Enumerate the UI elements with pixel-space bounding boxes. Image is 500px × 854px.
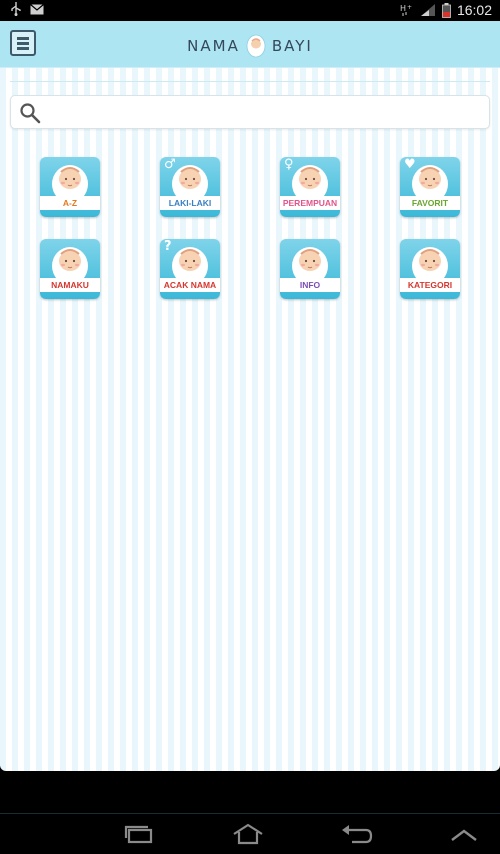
svg-text:H: H: [400, 4, 406, 13]
tile-perempuan[interactable]: ♀ PEREMPUAN: [280, 157, 340, 217]
tile-label: FAVORIT: [400, 196, 460, 210]
search-icon: [20, 103, 41, 124]
usb-icon: [11, 2, 21, 16]
recent-apps-icon[interactable]: [121, 822, 157, 846]
navigation-bar: [0, 813, 500, 854]
menu-up-icon[interactable]: [446, 822, 482, 846]
tile-favorit[interactable]: ♥ FAVORIT: [400, 157, 460, 217]
baby-icon: [412, 247, 448, 282]
tile-a-z[interactable]: A-Z: [40, 157, 100, 217]
tile-label: ACAK NAMA: [160, 278, 220, 292]
tile-label: A-Z: [40, 196, 100, 210]
tile-label: NAMAKU: [40, 278, 100, 292]
baby-icon: [172, 247, 208, 282]
tile-label: PEREMPUAN: [280, 196, 340, 210]
status-time: 16:02: [456, 2, 492, 18]
tile-kategori[interactable]: KATEGORI: [400, 239, 460, 299]
app-title-left: NAMA: [187, 37, 240, 55]
tile-label: LAKI-LAKI: [160, 196, 220, 210]
tile-badge-icon: ♂: [164, 157, 176, 172]
tile-acak-nama[interactable]: ? ACAK NAMA: [160, 239, 220, 299]
tile-label: INFO: [280, 278, 340, 292]
tile-info[interactable]: INFO: [280, 239, 340, 299]
baby-icon: [52, 247, 88, 282]
app-window: NAMA BAYI A-Z ♂ LAKI-LAKI ♀ PEREMPUAN ♥ …: [0, 21, 500, 771]
home-icon[interactable]: [230, 822, 266, 846]
tile-laki-laki[interactable]: ♂ LAKI-LAKI: [160, 157, 220, 217]
hplus-data-icon: H +: [400, 4, 412, 16]
tile-badge-icon: ♀: [284, 157, 294, 172]
tile-badge-icon: ♥: [404, 157, 416, 172]
app-title: NAMA BAYI: [0, 34, 500, 58]
gmail-icon: [30, 3, 44, 14]
baby-icon: [292, 247, 328, 282]
app-title-right: BAYI: [271, 37, 313, 55]
search-input[interactable]: [49, 100, 483, 126]
divider: [10, 81, 490, 82]
baby-icon: [52, 165, 88, 200]
battery-icon: [442, 2, 451, 18]
app-header: NAMA BAYI: [0, 21, 500, 68]
signal-icon: [420, 4, 435, 16]
back-icon[interactable]: [338, 822, 374, 846]
tile-label: KATEGORI: [400, 278, 460, 292]
svg-text:+: +: [407, 4, 412, 11]
baby-logo-icon: [246, 34, 266, 58]
search-box[interactable]: [10, 95, 490, 129]
tile-badge-icon: ?: [164, 239, 172, 254]
tile-namaku[interactable]: NAMAKU: [40, 239, 100, 299]
baby-icon: [292, 165, 328, 200]
status-bar: H + 16:02: [0, 0, 500, 21]
